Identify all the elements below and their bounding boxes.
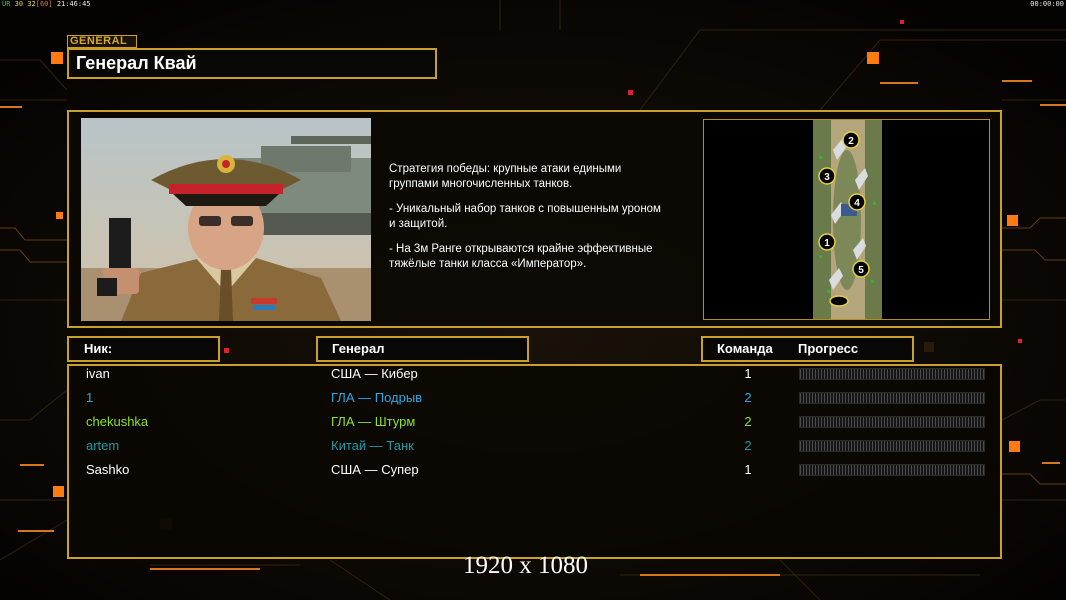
- team-header: Команда: [717, 341, 773, 356]
- progress-header: Прогресс: [798, 341, 859, 356]
- minimap[interactable]: 2 3 4 1 5: [813, 120, 882, 319]
- player-row: artem Китай — Танк 2: [0, 438, 1066, 462]
- resolution-label: 1920 x 1080: [463, 552, 588, 579]
- player-progress-bar: [799, 440, 985, 452]
- general-portrait: [81, 118, 371, 321]
- clock: 21:46:45: [56, 0, 91, 8]
- fps-label: ÜR: [2, 0, 11, 8]
- player-nick: artem: [86, 438, 120, 453]
- map-slot-5: 5: [858, 265, 864, 276]
- map-slot-1: 1: [824, 238, 830, 249]
- fps-overlay: ÜR 30 32[60] 21:46:45: [2, 0, 91, 9]
- player-row: ivan США — Кибер 1: [0, 366, 1066, 390]
- player-nick: Sashko: [86, 462, 130, 477]
- player-row: Sashko США — Супер 1: [0, 462, 1066, 486]
- player-team: 2: [744, 414, 752, 429]
- map-slot-4: 4: [854, 198, 860, 209]
- player-progress-bar: [799, 368, 985, 380]
- player-team: 2: [744, 390, 752, 405]
- fps-value-b: 32: [27, 0, 36, 8]
- description-tanks: - Уникальный набор танков с повышенным у…: [389, 203, 661, 230]
- general-tag: GENERAL: [67, 35, 137, 48]
- player-list: ivan США — Кибер 1 1 ГЛА — Подрыв 2 chek…: [0, 366, 1066, 486]
- fps-value-c: [60]: [35, 0, 53, 8]
- player-nick: chekushka: [86, 414, 149, 429]
- player-progress-bar: [799, 416, 985, 428]
- player-nick: 1: [86, 390, 94, 405]
- player-row: 1 ГЛА — Подрыв 2: [0, 390, 1066, 414]
- general-description: Стратегия победы: крупные атаки едиными …: [389, 162, 694, 282]
- player-general: ГЛА — Подрыв: [331, 390, 423, 405]
- general-header: Генерал: [332, 341, 385, 356]
- player-team: 1: [744, 462, 752, 477]
- fps-value-a: 30: [14, 0, 24, 8]
- player-progress-bar: [799, 464, 985, 476]
- portrait-image: [81, 118, 371, 321]
- description-rank: - На 3м Ранге открываются крайне эффекти…: [389, 243, 653, 270]
- player-team: 2: [744, 438, 752, 453]
- player-general: ГЛА — Штурм: [331, 414, 416, 429]
- nick-header: Ник:: [84, 341, 113, 356]
- game-timer: 00:00:00: [1030, 0, 1064, 8]
- description-strategy: Стратегия победы: крупные атаки едиными …: [389, 163, 622, 190]
- player-general: США — Супер: [331, 462, 419, 477]
- player-team: 1: [744, 366, 752, 381]
- map-slot-3: 3: [824, 172, 830, 183]
- player-general: Китай — Танк: [331, 438, 414, 453]
- general-title: Генерал Квай: [76, 53, 197, 73]
- player-general: США — Кибер: [331, 366, 418, 381]
- map-slot-2: 2: [848, 136, 854, 147]
- player-progress-bar: [799, 392, 985, 404]
- player-nick: ivan: [86, 366, 110, 381]
- player-row: chekushka ГЛА — Штурм 2: [0, 414, 1066, 438]
